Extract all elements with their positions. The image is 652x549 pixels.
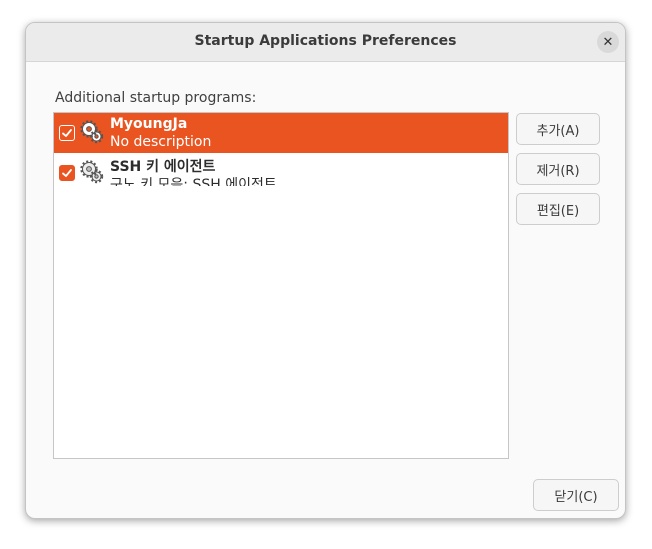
window-title: Startup Applications Preferences <box>194 33 457 49</box>
item-name: MyoungJa <box>110 116 188 132</box>
list-heading: Additional startup programs: <box>55 90 257 106</box>
gear-icon <box>80 120 104 144</box>
checkmark-icon <box>62 169 72 177</box>
startup-programs-list[interactable]: MyoungJa No description SSH 키 에이전트 구노 키 … <box>53 112 509 459</box>
enabled-checkbox[interactable] <box>59 165 75 181</box>
list-item-myoungja[interactable]: MyoungJa No description <box>54 113 508 153</box>
title-bar[interactable]: Startup Applications Preferences ✕ <box>26 23 625 62</box>
item-description-clip: 구노 키 모음: SSH 에이전트 <box>110 174 410 186</box>
list-item-ssh-agent[interactable]: SSH 키 에이전트 구노 키 모음: SSH 에이전트 <box>54 153 508 193</box>
close-icon: ✕ <box>602 34 614 50</box>
checkmark-icon <box>62 129 72 137</box>
close-window-button[interactable]: ✕ <box>597 31 619 53</box>
enabled-checkbox[interactable] <box>59 125 75 141</box>
close-button[interactable]: 닫기(C) <box>533 479 619 511</box>
remove-button[interactable]: 제거(R) <box>516 153 600 185</box>
edit-button[interactable]: 편집(E) <box>516 193 600 225</box>
item-description: 구노 키 모음: SSH 에이전트 <box>110 177 277 186</box>
gear-icon <box>80 160 104 184</box>
item-name: SSH 키 에이전트 <box>110 159 216 175</box>
startup-preferences-window: Startup Applications Preferences ✕ Addit… <box>25 22 626 519</box>
add-button[interactable]: 추가(A) <box>516 113 600 145</box>
item-description: No description <box>110 134 212 150</box>
